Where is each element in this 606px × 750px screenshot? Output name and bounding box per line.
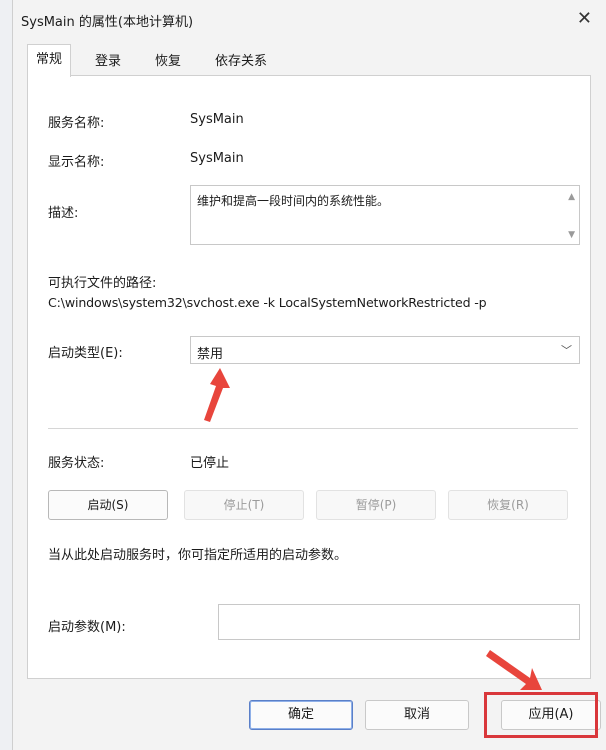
tab-general[interactable]: 常规 [27,44,72,77]
tab-recovery[interactable]: 恢复 [151,50,185,74]
service-status-value: 已停止 [190,456,230,471]
close-icon[interactable]: ✕ [577,8,592,29]
description-label: 描述: [48,206,79,221]
general-panel: 服务名称: SysMain 显示名称: SysMain 描述: 维护和提高一段时… [27,75,591,679]
start-params-label: 启动参数(M): [48,620,126,635]
start-params-hint: 当从此处启动服务时，你可指定所适用的启动参数。 [48,548,348,563]
path-value: C:\windows\system32\svchost.exe -k Local… [48,295,487,310]
startup-type-label: 启动类型(E): [48,346,123,361]
cancel-button[interactable]: 取消 [365,700,469,730]
service-status-label: 服务状态: [48,456,105,471]
pause-button[interactable]: 暂停(P) [316,490,436,520]
tab-dependencies[interactable]: 依存关系 [211,50,271,74]
description-text: 维护和提高一段时间内的系统性能。 [197,194,390,208]
apply-button[interactable]: 应用(A) [501,700,601,730]
ok-button[interactable]: 确定 [249,700,353,730]
scroll-up-icon[interactable]: ▲ [568,192,575,202]
scroll-down-icon[interactable]: ▼ [568,230,575,240]
description-box[interactable]: 维护和提高一段时间内的系统性能。 ▲ ▼ [190,185,580,245]
display-name-value: SysMain [190,151,244,166]
properties-dialog: SysMain 的属性(本地计算机) ✕ 常规 登录 恢复 依存关系 服务名称:… [12,0,606,750]
service-name-label: 服务名称: [48,116,105,131]
start-button[interactable]: 启动(S) [48,490,168,520]
window-title: SysMain 的属性(本地计算机) [21,15,194,30]
stop-button[interactable]: 停止(T) [184,490,304,520]
service-name-value: SysMain [190,112,244,127]
startup-type-value: 禁用 [197,347,224,362]
path-label: 可执行文件的路径: [48,276,157,291]
section-divider [48,428,578,429]
startup-type-select[interactable]: 禁用 ﹀ [190,336,580,364]
start-params-input[interactable] [218,604,580,640]
chevron-down-icon: ﹀ [561,344,572,357]
resume-button[interactable]: 恢复(R) [448,490,568,520]
tab-logon[interactable]: 登录 [91,50,125,74]
title-bar: SysMain 的属性(本地计算机) ✕ [13,0,606,40]
display-name-label: 显示名称: [48,155,105,170]
tab-strip: 常规 登录 恢复 依存关系 [27,44,587,77]
